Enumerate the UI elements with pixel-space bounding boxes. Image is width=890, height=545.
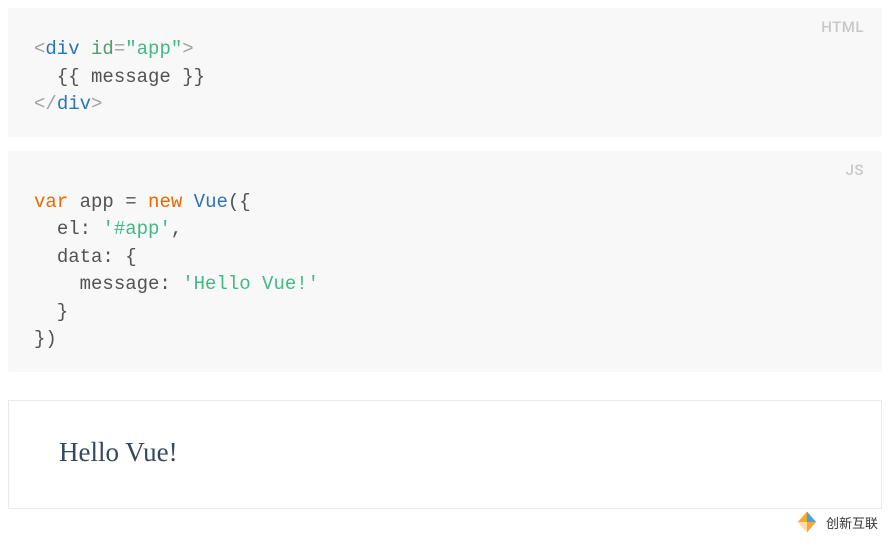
- code-token: }): [34, 328, 57, 350]
- code-token: {{ message }}: [34, 66, 205, 88]
- code-token: ,: [171, 218, 182, 240]
- output-block: Hello Vue!: [8, 400, 882, 509]
- code-token: new: [148, 191, 182, 213]
- code-token: [91, 218, 102, 240]
- lang-label-js: JS: [846, 161, 864, 179]
- code-token: [34, 218, 57, 240]
- code-token: message:: [80, 273, 171, 295]
- code-token: Vue: [194, 191, 228, 213]
- code-token: id: [91, 38, 114, 60]
- code-token: "app": [125, 38, 182, 60]
- html-code-content: <div id="app"> {{ message }} </div>: [34, 36, 856, 119]
- code-token: div: [57, 93, 91, 115]
- output-text: Hello Vue!: [59, 437, 831, 468]
- lang-label-html: HTML: [821, 18, 864, 36]
- code-token: {: [125, 246, 136, 268]
- code-token: =: [114, 38, 125, 60]
- code-token: }: [34, 301, 68, 323]
- code-token: data:: [57, 246, 114, 268]
- code-token: >: [182, 38, 193, 60]
- code-token: ({: [228, 191, 251, 213]
- js-code-block: JS var app = new Vue({ el: '#app', data:…: [8, 151, 882, 372]
- js-code-content: var app = new Vue({ el: '#app', data: { …: [34, 189, 856, 354]
- watermark: 创新互联: [794, 509, 878, 535]
- code-token: el:: [57, 218, 91, 240]
- code-token: app =: [68, 191, 148, 213]
- code-token: >: [91, 93, 102, 115]
- code-token: div: [45, 38, 79, 60]
- code-token: var: [34, 191, 68, 213]
- code-token: 'Hello Vue!': [182, 273, 319, 295]
- code-token: [182, 191, 193, 213]
- watermark-logo-icon: [794, 509, 820, 535]
- code-token: </: [34, 93, 57, 115]
- code-token: '#app': [102, 218, 170, 240]
- watermark-text: 创新互联: [826, 513, 878, 532]
- html-code-block: HTML <div id="app"> {{ message }} </div>: [8, 8, 882, 137]
- code-token: <: [34, 38, 45, 60]
- code-token: [171, 273, 182, 295]
- code-token: [34, 246, 57, 268]
- code-token: [80, 38, 91, 60]
- code-token: [114, 246, 125, 268]
- code-token: [34, 273, 80, 295]
